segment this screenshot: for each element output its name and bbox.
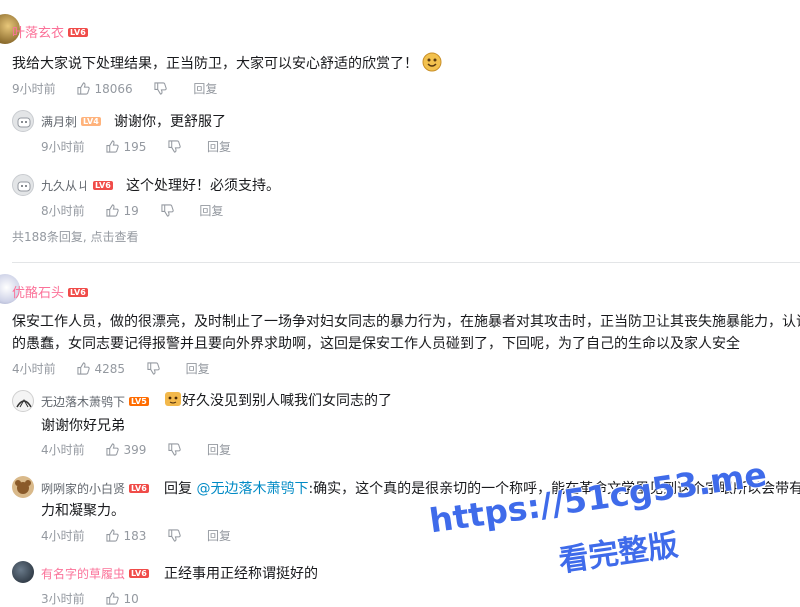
username[interactable]: 无边落木萧鸮下 bbox=[41, 395, 125, 409]
timestamp: 8小时前 bbox=[41, 204, 85, 218]
thumb-down-icon bbox=[147, 362, 160, 375]
avatar[interactable] bbox=[12, 390, 34, 412]
thumb-down-icon bbox=[160, 204, 174, 217]
like-count: 19 bbox=[123, 204, 139, 218]
level-badge: LV4 bbox=[81, 117, 101, 126]
thumb-up-icon bbox=[106, 204, 120, 217]
avatar[interactable] bbox=[12, 561, 34, 583]
reply-button[interactable]: 回复 bbox=[207, 138, 231, 155]
like-count: 399 bbox=[123, 443, 147, 457]
like-button[interactable]: 195 bbox=[106, 140, 146, 154]
like-button[interactable]: 19 bbox=[106, 204, 139, 218]
username[interactable]: 满月刺 bbox=[41, 115, 77, 129]
comment-text-line-1: 保安工作人员，做的很漂亮，及时制止了一场争对妇女同志的暴力行为，在施暴者对其攻击… bbox=[12, 314, 800, 330]
thumb-down-icon bbox=[168, 443, 181, 456]
like-button[interactable]: 399 bbox=[106, 443, 146, 457]
level-badge: LV6 bbox=[68, 28, 88, 37]
thumb-up-icon bbox=[77, 82, 91, 95]
emoji-icon bbox=[422, 52, 442, 76]
thumb-up-icon bbox=[77, 362, 91, 375]
like-count: 183 bbox=[123, 529, 147, 543]
reply-text: 谢谢你，更舒服了 bbox=[114, 114, 226, 130]
reply-meta: 4小时前 183 回复 bbox=[41, 527, 249, 544]
thumb-down-icon bbox=[168, 529, 181, 542]
like-count: 4285 bbox=[94, 362, 126, 376]
comment-meta: 4小时前 4285 回复 bbox=[12, 360, 228, 377]
comment-text-line-2: 的愚蠢，女同志要记得报警并且要向外界求助啊，这回是保安工作人员碰到了，下回呢，为… bbox=[12, 336, 740, 352]
reply-button[interactable]: 回复 bbox=[193, 80, 217, 97]
level-badge: LV5 bbox=[129, 397, 149, 406]
thumb-up-icon bbox=[106, 592, 120, 605]
timestamp: 3小时前 bbox=[41, 592, 85, 606]
level-badge: LV6 bbox=[93, 181, 113, 190]
reply-text-line-1: 好久没见到别人喊我们女同志的了 bbox=[182, 393, 392, 409]
dislike-button[interactable] bbox=[168, 443, 185, 457]
like-button[interactable]: 10 bbox=[106, 592, 139, 606]
username[interactable]: 优酪石头 bbox=[12, 286, 64, 301]
timestamp: 4小时前 bbox=[12, 362, 56, 376]
username[interactable]: 咧咧家的小白贤 bbox=[41, 482, 125, 496]
reply-meta: 9小时前 195 回复 bbox=[41, 138, 249, 155]
reply-prefix: 回复 bbox=[164, 481, 192, 497]
dislike-button[interactable] bbox=[160, 204, 178, 218]
reply-meta: 4小时前 399 回复 bbox=[41, 441, 249, 458]
timestamp: 9小时前 bbox=[12, 82, 56, 96]
username[interactable]: 九久从ㄐ bbox=[41, 179, 89, 193]
like-count: 10 bbox=[123, 592, 139, 606]
thumb-down-icon bbox=[154, 82, 168, 95]
level-badge: LV6 bbox=[129, 569, 149, 578]
reply-text-line-2: 力和凝聚力。 bbox=[41, 503, 125, 519]
timestamp: 4小时前 bbox=[41, 529, 85, 543]
reply-button[interactable]: 回复 bbox=[186, 360, 210, 377]
divider bbox=[12, 262, 800, 263]
username[interactable]: 有名字的草履虫 bbox=[41, 567, 125, 581]
dislike-button[interactable] bbox=[168, 529, 185, 543]
like-button[interactable]: 4285 bbox=[77, 362, 125, 376]
dislike-button[interactable] bbox=[154, 82, 171, 96]
avatar[interactable] bbox=[12, 476, 34, 498]
level-badge: LV6 bbox=[68, 288, 88, 297]
comment-text: 我给大家说下处理结果，正当防卫，大家可以安心舒适的欣赏了！ bbox=[12, 56, 418, 72]
timestamp: 9小时前 bbox=[41, 140, 85, 154]
reply-text-line-2: 谢谢你好兄弟 bbox=[41, 418, 125, 434]
like-button[interactable]: 183 bbox=[106, 529, 146, 543]
level-badge: LV6 bbox=[129, 484, 149, 493]
dislike-button[interactable] bbox=[147, 362, 164, 376]
reply-button[interactable]: 回复 bbox=[207, 441, 231, 458]
thumb-up-icon bbox=[106, 529, 120, 542]
timestamp: 4小时前 bbox=[41, 443, 85, 457]
thumb-up-icon bbox=[106, 140, 120, 153]
dislike-button[interactable] bbox=[168, 140, 185, 154]
watermark-url: https://51cg53.me bbox=[426, 454, 770, 541]
avatar[interactable] bbox=[12, 174, 34, 196]
reply-button[interactable]: 回复 bbox=[199, 202, 223, 219]
reply-text: 正经事用正经称谓挺好的 bbox=[164, 566, 318, 582]
thumb-down-icon bbox=[168, 140, 181, 153]
like-count: 18066 bbox=[94, 82, 133, 96]
reply-meta: 3小时前 10 bbox=[41, 590, 157, 607]
mention-link[interactable]: @无边落木萧鸮下 bbox=[196, 481, 308, 497]
username[interactable]: 叶落玄衣 bbox=[12, 26, 64, 41]
reply-button[interactable]: 回复 bbox=[207, 527, 231, 544]
reply-meta: 8小时前 19 回复 bbox=[41, 202, 241, 219]
comment-meta: 9小时前 18066 回复 bbox=[12, 80, 235, 97]
watermark-caption: 看完整版 bbox=[556, 527, 681, 580]
avatar[interactable] bbox=[12, 110, 34, 132]
reply-text: 这个处理好！必须支持。 bbox=[126, 178, 280, 194]
view-more-replies[interactable]: 共188条回复, 点击查看 bbox=[12, 228, 139, 245]
like-count: 195 bbox=[123, 140, 147, 154]
like-button[interactable]: 18066 bbox=[77, 82, 133, 96]
emoji-icon bbox=[164, 390, 182, 412]
thumb-up-icon bbox=[106, 443, 120, 456]
